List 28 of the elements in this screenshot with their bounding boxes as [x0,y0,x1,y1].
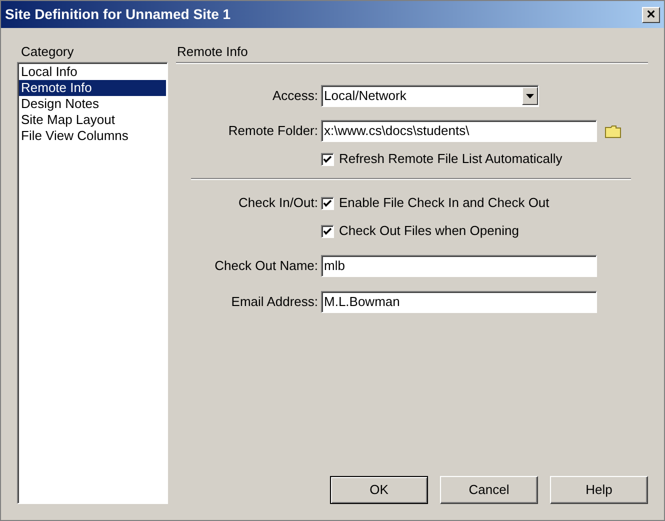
checkbox[interactable] [321,196,334,210]
list-item[interactable]: Local Info [19,64,166,80]
dialog-button[interactable]: Cancel [440,476,538,504]
list-item[interactable]: Design Notes [19,96,166,112]
checkbox[interactable] [321,224,334,238]
close-button[interactable]: × [642,6,660,22]
list-item[interactable]: Site Map Layout [19,112,166,128]
list-item[interactable]: File View Columns [19,128,166,144]
field-label: Check Out Name: [214,258,318,273]
input-field[interactable]: x:\www.cs\docs\students\ [321,120,597,142]
field-label: Remote Folder: [228,123,318,138]
dialog-button[interactable]: Help [550,476,648,504]
checkbox-label: Refresh Remote File List Automatically [339,150,562,168]
access-dropdown[interactable]: Local/Network [321,85,539,107]
panel-heading: Remote Info [176,43,249,61]
dialog-button[interactable]: OK [330,476,428,504]
input-field[interactable]: mlb [321,255,597,277]
list-item[interactable]: Remote Info [19,80,166,96]
folder-icon[interactable] [605,124,621,138]
window-title: Site Definition for Unnamed Site 1 [5,5,231,24]
field-label: Access: [272,88,318,103]
checkbox[interactable] [321,152,334,166]
checkbox-label: Check Out Files when Opening [339,222,519,240]
field-label: Email Address: [231,294,318,309]
field-label: Check In/Out: [238,195,318,210]
input-field[interactable]: M.L.Bowman [321,291,597,313]
checkbox-label: Enable File Check In and Check Out [339,194,550,212]
sidebar-heading: Category [20,43,75,61]
